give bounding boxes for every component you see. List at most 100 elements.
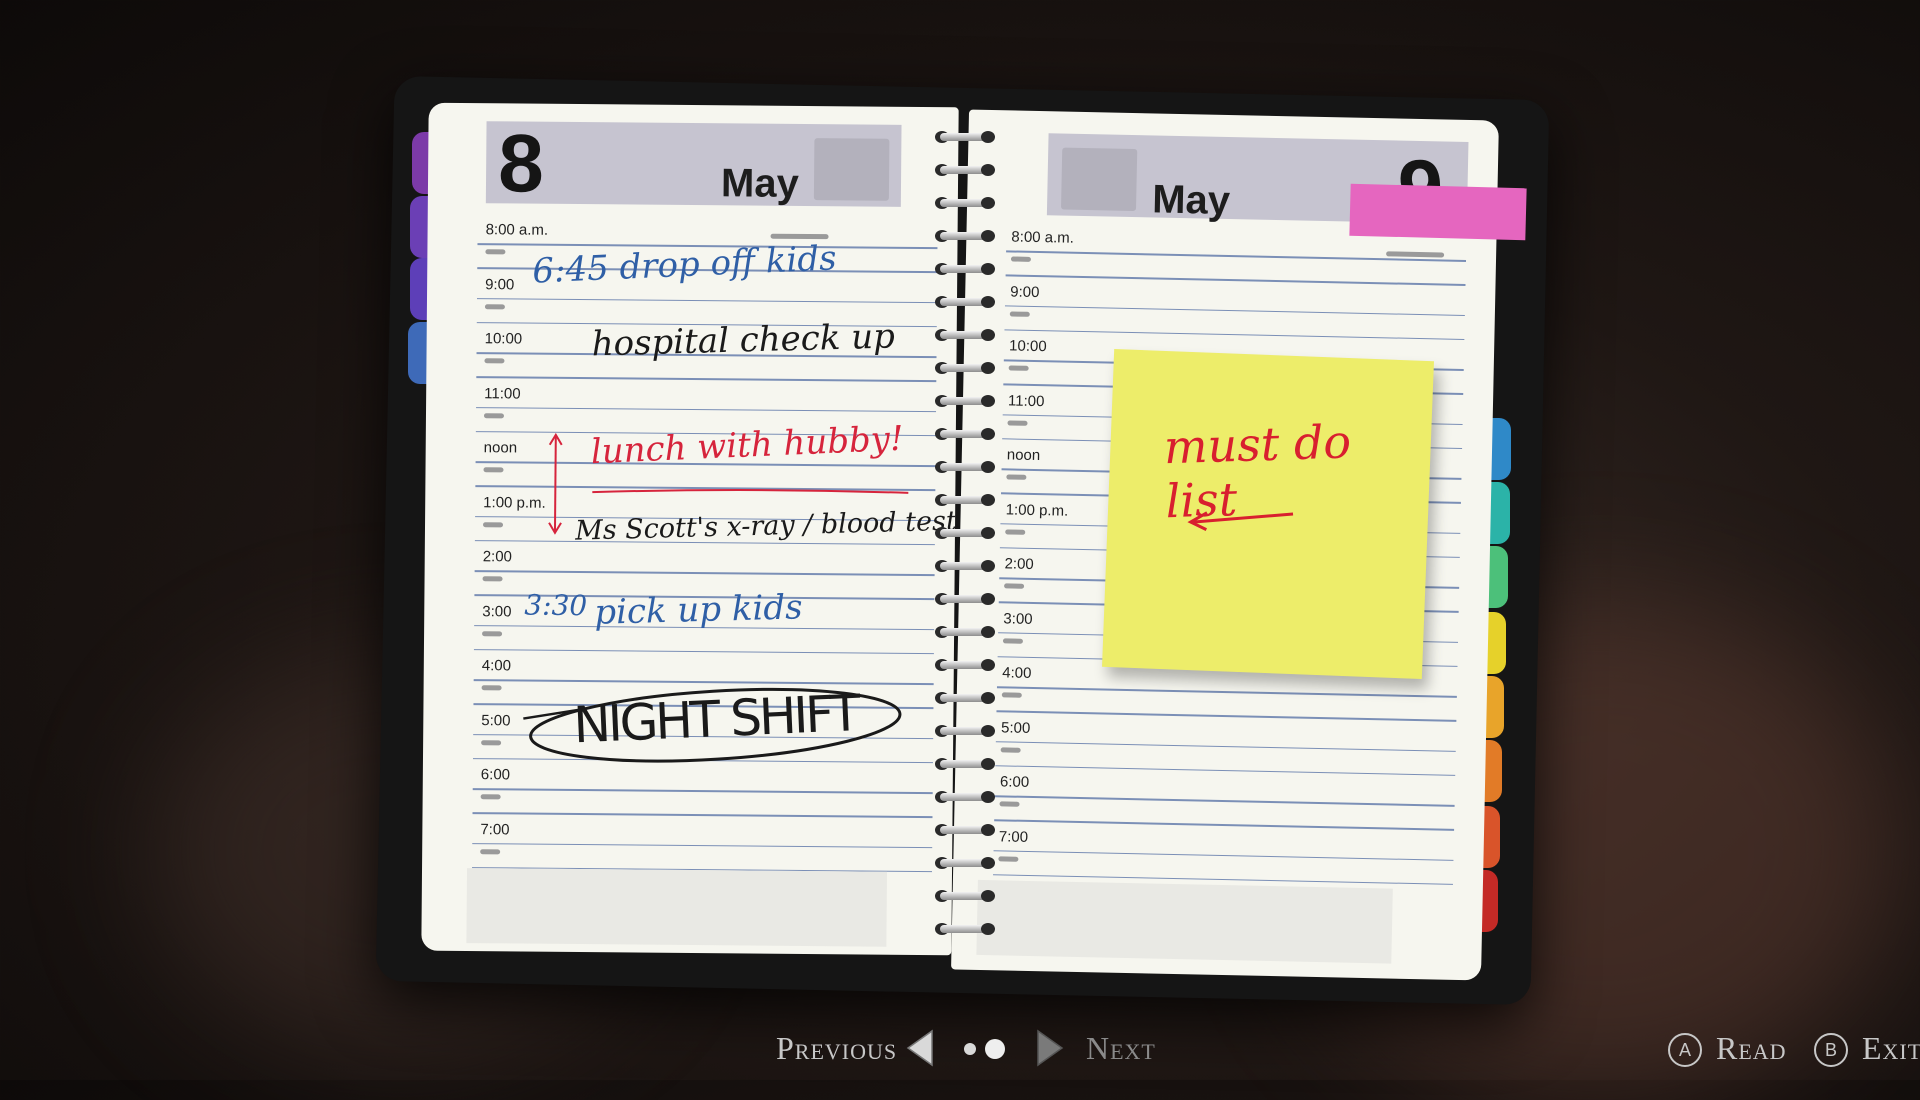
- ribbon-marker: [1386, 251, 1445, 258]
- page-indicator-icon: [964, 1039, 1005, 1059]
- entry-hospital: hospital check up: [591, 316, 896, 365]
- ruled-line: [1004, 304, 1465, 316]
- next-label[interactable]: Next: [1086, 1030, 1156, 1067]
- half-hour-marker: [1009, 310, 1030, 317]
- ruled-line: [476, 297, 937, 304]
- spiral-binding: [930, 130, 1000, 960]
- left-page: 8 May 8:00 a.m. 9:00 10:00 11:00 noon 1:00 p.…: [421, 102, 959, 956]
- entry-pickup-time: 3:30: [524, 588, 588, 623]
- ruled-line: [995, 740, 1456, 752]
- ruled-line: [1004, 328, 1465, 340]
- entry-nightshift: NIGHT SHIFT: [572, 684, 859, 755]
- half-hour-marker: [1010, 256, 1031, 262]
- ruled-line: [476, 406, 937, 413]
- time-label: 7:00: [480, 820, 510, 838]
- read-label[interactable]: Read: [1716, 1030, 1787, 1067]
- spiral-ring: [930, 427, 1000, 441]
- a-button-icon[interactable]: A: [1668, 1033, 1702, 1067]
- spiral-ring: [930, 790, 1000, 804]
- ruled-line: [472, 812, 933, 818]
- spiral-ring: [930, 625, 1000, 639]
- half-hour-marker: [1001, 692, 1022, 698]
- half-hour-marker: [484, 303, 505, 309]
- spiral-ring: [930, 295, 1000, 309]
- ruled-line: [473, 648, 934, 655]
- previous-label[interactable]: Previous: [776, 1030, 897, 1067]
- time-label: 8:00 a.m.: [1011, 228, 1075, 247]
- pink-tape: [1349, 183, 1527, 241]
- spiral-ring: [930, 460, 1000, 474]
- previous-arrow-icon[interactable]: [905, 1028, 935, 1068]
- ruled-line: [476, 376, 937, 382]
- half-hour-marker: [481, 685, 502, 691]
- time-label: 2:00: [1004, 555, 1034, 573]
- photo-placeholder: [1060, 147, 1138, 212]
- spiral-ring: [930, 724, 1000, 738]
- spiral-ring: [930, 922, 1000, 936]
- notes-area: [976, 879, 1393, 964]
- time-label: 1:00 p.m.: [483, 493, 546, 512]
- month-label: May: [720, 161, 800, 206]
- half-hour-marker: [998, 855, 1019, 862]
- ruled-line: [996, 686, 1457, 698]
- spiral-ring: [930, 493, 1000, 507]
- time-label: 10:00: [484, 330, 523, 348]
- exit-label[interactable]: Exit: [1862, 1030, 1920, 1067]
- half-hour-marker: [1005, 528, 1026, 535]
- spiral-ring: [930, 361, 1000, 375]
- spiral-ring: [930, 394, 1000, 408]
- time-label: 7:00: [998, 827, 1029, 846]
- ruled-line: [996, 710, 1457, 722]
- underline: [592, 489, 909, 494]
- time-label: noon: [1006, 446, 1041, 465]
- time-label: 4:00: [481, 657, 512, 675]
- day-number: 8: [497, 118, 545, 210]
- b-button-icon[interactable]: B: [1814, 1033, 1848, 1067]
- spiral-ring: [930, 757, 1000, 771]
- spiral-ring: [930, 229, 1000, 243]
- time-label: 9:00: [1010, 282, 1040, 301]
- half-hour-marker: [483, 467, 504, 473]
- half-hour-marker: [1006, 474, 1027, 480]
- time-label: noon: [483, 439, 518, 457]
- half-hour-marker: [482, 576, 503, 582]
- month-label: May: [1151, 177, 1231, 224]
- ruled-line: [995, 764, 1456, 776]
- spiral-ring: [930, 163, 1000, 177]
- time-label: 5:00: [1000, 718, 1031, 737]
- ruled-line: [472, 788, 933, 794]
- spiral-ring: [930, 856, 1000, 870]
- spiral-ring: [930, 658, 1000, 672]
- photo-placeholder: [813, 138, 890, 201]
- spiral-ring: [930, 592, 1000, 606]
- ruled-line: [474, 570, 935, 576]
- spiral-ring: [930, 328, 1000, 342]
- spiral-ring: [930, 823, 1000, 837]
- time-label: 3:00: [1003, 609, 1033, 628]
- spiral-ring: [930, 196, 1000, 210]
- spiral-ring: [930, 526, 1000, 540]
- time-label: 4:00: [1002, 664, 1032, 682]
- half-hour-marker: [1002, 637, 1024, 644]
- half-hour-marker: [1007, 419, 1028, 426]
- time-label: 6:00: [999, 773, 1030, 791]
- half-hour-marker: [484, 358, 505, 364]
- half-hour-marker: [483, 412, 505, 418]
- next-arrow-icon[interactable]: [1035, 1028, 1065, 1068]
- ruled-line: [1005, 274, 1466, 286]
- arrow-left-icon: [1187, 511, 1294, 531]
- ruled-line: [994, 795, 1455, 807]
- time-label: 11:00: [484, 384, 521, 403]
- notes-area: [466, 868, 888, 947]
- entry-xray: Ms Scott's x-ray / blood test: [574, 505, 958, 547]
- time-label: 2:00: [482, 548, 513, 566]
- ruled-line: [994, 819, 1455, 831]
- sticky-note[interactable]: must do list: [1102, 348, 1434, 680]
- half-hour-marker: [483, 521, 504, 527]
- spiral-ring: [930, 559, 1000, 573]
- half-hour-marker: [482, 630, 503, 636]
- time-label: 6:00: [480, 766, 511, 784]
- time-label: 8:00 a.m.: [485, 221, 549, 239]
- ruled-line: [993, 849, 1454, 861]
- time-label: 10:00: [1008, 337, 1047, 356]
